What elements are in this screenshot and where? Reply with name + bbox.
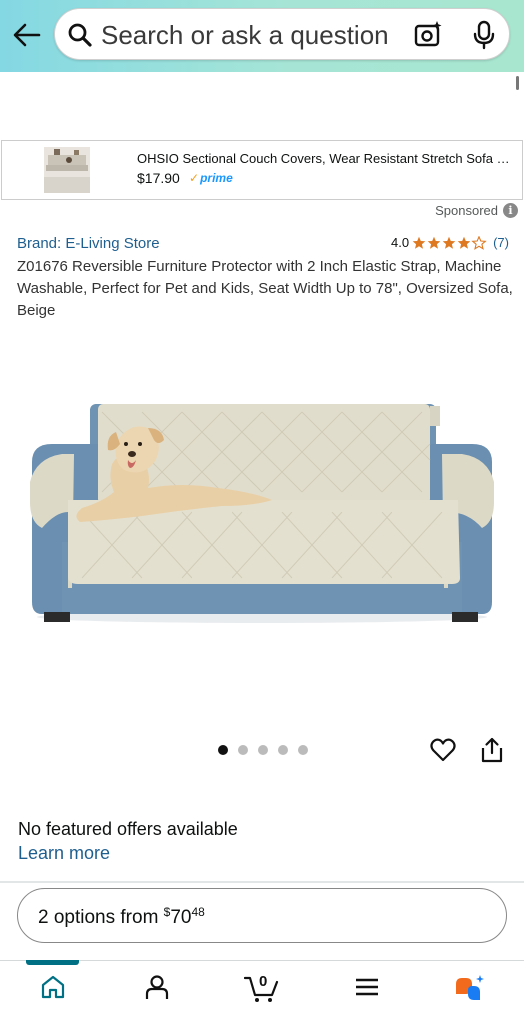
menu-icon[interactable] <box>355 974 379 1000</box>
header-bar <box>0 0 524 72</box>
prime-check-icon: ✓ <box>189 171 200 185</box>
review-count[interactable]: (7) <box>493 235 509 250</box>
rating-value: 4.0 <box>391 235 410 250</box>
ad-price: $17.90 <box>137 170 180 186</box>
search-icon <box>68 23 92 47</box>
options-button[interactable]: 2 options from $7048 <box>17 888 507 943</box>
product-image[interactable] <box>22 392 502 632</box>
star-rating <box>412 235 488 250</box>
share-icon[interactable] <box>480 736 504 764</box>
scrollbar[interactable] <box>516 76 519 90</box>
carousel-dot[interactable] <box>218 745 228 755</box>
sponsored-label: Sponsored <box>435 203 498 218</box>
home-icon[interactable] <box>40 974 66 1000</box>
carousel-dot[interactable] <box>238 745 248 755</box>
prime-label: prime <box>200 171 233 185</box>
rating-summary[interactable]: 4.0 (7) <box>391 235 509 250</box>
learn-more-link[interactable]: Learn more <box>18 843 110 864</box>
back-arrow-icon[interactable] <box>12 22 42 48</box>
sponsored-ad[interactable]: OHSIO Sectional Couch Covers, Wear Resis… <box>1 140 523 200</box>
ad-title[interactable]: OHSIO Sectional Couch Covers, Wear Resis… <box>137 151 517 166</box>
brand-link[interactable]: Brand: E-Living Store <box>17 235 160 252</box>
price-fraction: 48 <box>191 905 205 919</box>
price-whole: 70 <box>170 907 192 928</box>
search-input[interactable] <box>101 19 401 51</box>
active-tab-indicator <box>26 960 79 965</box>
stars-icon <box>412 235 486 249</box>
options-text: 2 options from <box>38 907 164 928</box>
carousel-dot[interactable] <box>298 745 308 755</box>
image-carousel-dots[interactable] <box>218 745 308 755</box>
camera-search-icon[interactable] <box>413 20 443 50</box>
product-title: Z01676 Reversible Furniture Protector wi… <box>17 258 513 319</box>
carousel-dot[interactable] <box>258 745 268 755</box>
cart-count: 0 <box>259 973 268 990</box>
account-icon[interactable] <box>144 974 170 1000</box>
info-icon[interactable]: i <box>503 203 518 218</box>
divider <box>0 881 524 883</box>
carousel-dot[interactable] <box>278 745 288 755</box>
rufus-icon[interactable] <box>452 974 486 1006</box>
no-offers-text: No featured offers available <box>18 819 238 839</box>
options-label: 2 options from $7048 <box>38 905 205 929</box>
heart-icon[interactable] <box>429 736 457 764</box>
search-bar[interactable] <box>54 8 510 60</box>
microphone-icon[interactable] <box>471 20 497 50</box>
ad-thumbnail[interactable] <box>44 147 90 193</box>
prime-badge: ✓prime <box>189 171 233 185</box>
